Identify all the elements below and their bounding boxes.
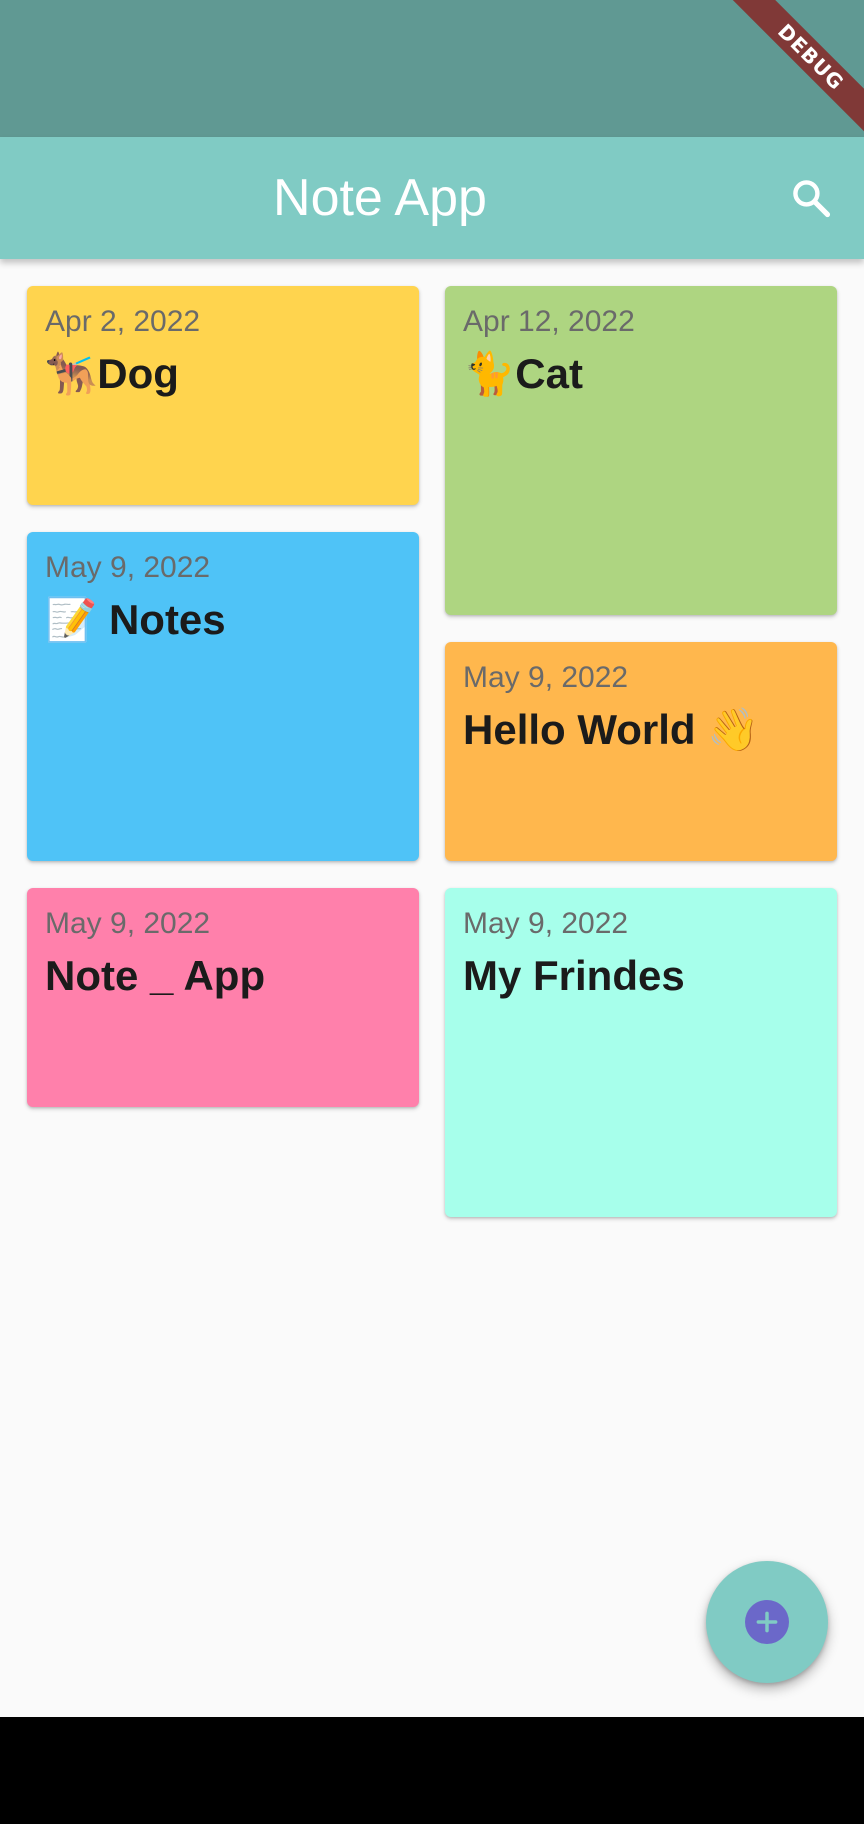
note-date: Apr 12, 2022 [463,305,635,338]
note-title: My Frindes [463,952,685,999]
note-card-note-app[interactable]: May 9, 2022 Note _ App [27,888,419,1107]
note-title: Note _ App [45,952,266,999]
note-date: May 9, 2022 [463,907,629,940]
search-button[interactable] [778,165,844,231]
note-title: 📝 Notes [45,596,226,643]
note-date: May 9, 2022 [45,551,211,584]
note-card-cat[interactable]: Apr 12, 2022 🐈Cat [445,286,837,615]
notes-grid: Apr 2, 2022 🐕‍🦺Dog Apr 12, 2022 🐈Cat May… [0,259,864,1717]
plus-icon [756,1611,778,1633]
app-title: Note App [273,169,487,227]
note-title: Hello World 👋 [463,706,760,753]
note-card-dog[interactable]: Apr 2, 2022 🐕‍🦺Dog [27,286,419,505]
system-navigation-bar [0,1717,864,1824]
search-icon [793,180,831,218]
add-circle-icon [745,1600,789,1644]
status-bar [0,0,864,137]
note-title: 🐕‍🦺Dog [45,350,179,397]
note-date: May 9, 2022 [45,907,211,940]
note-card-notes[interactable]: May 9, 2022 📝 Notes [27,532,419,861]
add-note-button[interactable] [706,1561,828,1683]
app-bar: Note App [0,137,864,259]
note-title: 🐈Cat [463,350,583,397]
note-date: Apr 2, 2022 [45,305,201,338]
note-card-hello-world[interactable]: May 9, 2022 Hello World 👋 [445,642,837,861]
note-date: May 9, 2022 [463,661,629,694]
note-card-my-frindes[interactable]: May 9, 2022 My Frindes [445,888,837,1217]
